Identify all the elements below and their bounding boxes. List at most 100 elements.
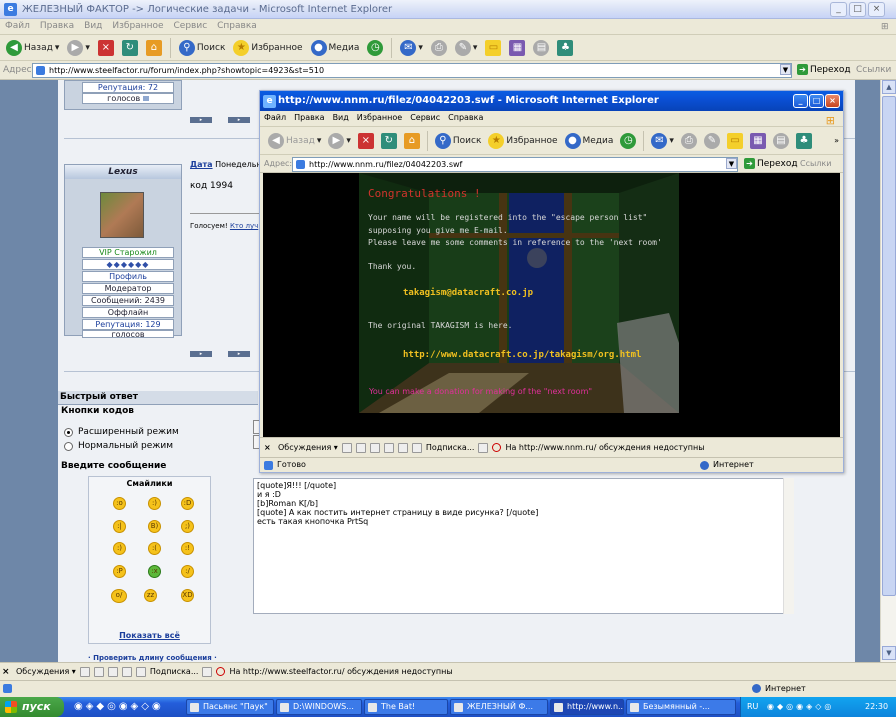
post-action-button[interactable]: ▸ bbox=[228, 351, 250, 357]
discussion-tool-icon[interactable] bbox=[355, 442, 366, 453]
popup-back-button[interactable]: ◀ Назад ▾ bbox=[266, 130, 323, 152]
popup-research-button[interactable]: ▤ bbox=[771, 130, 791, 152]
popup-forward-button[interactable]: ▶ ▾ bbox=[326, 130, 353, 152]
popup-address-input[interactable]: http://www.nnm.ru/filez/04042203.swf bbox=[292, 157, 738, 172]
discussion-tool-icon[interactable] bbox=[107, 666, 118, 677]
popup-menu-view[interactable]: Вид bbox=[329, 111, 353, 124]
menu-view[interactable]: Вид bbox=[79, 19, 107, 33]
scroll-up-icon[interactable]: ▲ bbox=[882, 80, 896, 94]
links-button[interactable]: Ссылки bbox=[856, 65, 891, 75]
favorites-button[interactable]: ★ Избранное bbox=[231, 37, 304, 59]
maximize-button[interactable]: □ bbox=[849, 2, 866, 17]
task-the-bat[interactable]: The Bat! bbox=[364, 699, 448, 715]
smile-icon[interactable]: :! bbox=[181, 542, 194, 555]
discussion-tool-icon[interactable] bbox=[383, 442, 394, 453]
go-button[interactable]: ➔ Переход bbox=[797, 64, 851, 75]
smile-icon[interactable]: :D bbox=[181, 497, 194, 510]
popup-toolbar-chevron-icon[interactable]: » bbox=[834, 136, 839, 145]
scrollbar-thumb[interactable] bbox=[882, 96, 896, 596]
popup-maximize-button[interactable]: □ bbox=[809, 94, 824, 108]
task-steelfactor[interactable]: ЖЕЛЕЗНЫЙ Ф... bbox=[450, 699, 548, 715]
textarea-scrollbar[interactable] bbox=[783, 478, 794, 614]
menu-favorites[interactable]: Избранное bbox=[107, 19, 168, 33]
post-action-button[interactable]: ▸ bbox=[190, 351, 212, 357]
discussion-tool-icon[interactable] bbox=[411, 442, 422, 453]
popup-home-button[interactable]: ⌂ bbox=[402, 130, 422, 152]
post-date-label[interactable]: Дата bbox=[190, 160, 213, 169]
menu-file[interactable]: Файл bbox=[0, 19, 35, 33]
address-input[interactable]: http://www.steelfactor.ru/forum/index.ph… bbox=[32, 63, 792, 78]
address-dropdown-icon[interactable]: ▼ bbox=[780, 64, 791, 75]
task-paint[interactable]: Безымянный -... bbox=[626, 699, 736, 715]
smile-icon[interactable]: :/ bbox=[181, 565, 194, 578]
menu-tools[interactable]: Сервис bbox=[169, 19, 213, 33]
check-length-link[interactable]: · Проверить длину сообщения · bbox=[88, 654, 218, 662]
post-action-button[interactable]: ▸ bbox=[190, 117, 212, 123]
message-textarea[interactable]: [quote]Я!!! [/quote] и я :D [b]Roman K[/… bbox=[253, 478, 794, 614]
popup-favorites-button[interactable]: ★ Избранное bbox=[486, 130, 559, 152]
close-discussion-icon[interactable]: × bbox=[2, 667, 12, 677]
wave-smile-icon[interactable]: o/ bbox=[111, 589, 127, 603]
popup-stop-button[interactable]: × bbox=[356, 130, 376, 152]
smile-icon[interactable]: :( bbox=[148, 542, 161, 555]
start-button[interactable]: пуск bbox=[0, 697, 64, 717]
popup-menu-tools[interactable]: Сервис bbox=[406, 111, 444, 124]
smile-icon[interactable]: ;) bbox=[181, 520, 194, 533]
popup-minimize-button[interactable]: _ bbox=[793, 94, 808, 108]
flash-email-link[interactable]: takagism@datacraft.co.jp bbox=[403, 288, 533, 298]
menu-edit[interactable]: Правка bbox=[35, 19, 79, 33]
popup-discuss-button[interactable]: ▭ bbox=[725, 130, 745, 152]
laugh-smile-icon[interactable]: XD bbox=[181, 589, 194, 602]
task-spider-solitaire[interactable]: Пасьянс "Паук" bbox=[186, 699, 274, 715]
discussions-dropdown[interactable]: Обсуждения ▾ bbox=[16, 667, 76, 676]
popup-menu-favorites[interactable]: Избранное bbox=[353, 111, 406, 124]
scroll-down-icon[interactable]: ▼ bbox=[882, 646, 896, 660]
minimize-button[interactable]: _ bbox=[830, 2, 847, 17]
tray-icons[interactable]: ◉◆◎◉◈◇◎ bbox=[767, 697, 834, 717]
popup-history-button[interactable]: ◷ bbox=[618, 130, 638, 152]
popup-refresh-button[interactable]: ↻ bbox=[379, 130, 399, 152]
popup-media-button[interactable]: ● Медиа bbox=[563, 130, 616, 152]
extended-mode-radio[interactable] bbox=[64, 428, 73, 437]
stop-button[interactable]: × bbox=[96, 37, 116, 59]
research-button[interactable]: ▤ bbox=[531, 37, 551, 59]
profile-username[interactable]: Lexus bbox=[65, 165, 181, 179]
profile-link[interactable]: Профиль bbox=[82, 271, 174, 282]
popup-links-button[interactable]: Ссылки bbox=[800, 159, 831, 168]
home-button[interactable]: ⌂ bbox=[144, 37, 164, 59]
show-all-smilies-link[interactable]: Показать всё bbox=[89, 631, 210, 640]
print-button[interactable]: ⎙ bbox=[429, 37, 449, 59]
task-nnm-popup[interactable]: http://www.n... bbox=[550, 699, 624, 715]
normal-mode-radio[interactable] bbox=[64, 442, 73, 451]
popup-mail-button[interactable]: ✉ ▾ bbox=[649, 130, 676, 152]
popup-messenger-button[interactable]: ▦ bbox=[748, 130, 768, 152]
smile-icon[interactable]: :P bbox=[113, 565, 126, 578]
subscribe-button[interactable]: Подписка... bbox=[150, 667, 199, 676]
edit-button[interactable]: ✎ ▾ bbox=[453, 37, 480, 59]
smile-icon[interactable]: B) bbox=[148, 520, 161, 533]
quick-launch-icons[interactable]: ◉◈◆◎◉◈◇◉ bbox=[74, 701, 164, 712]
flash-donation-link[interactable]: You can make a donation for making of th… bbox=[369, 387, 592, 396]
popup-print-button[interactable]: ⎙ bbox=[679, 130, 699, 152]
back-button[interactable]: ◀ Назад ▾ bbox=[4, 37, 61, 59]
mail-button[interactable]: ✉ ▾ bbox=[398, 37, 425, 59]
popup-close-button[interactable]: × bbox=[825, 94, 840, 108]
popup-search-button[interactable]: ⚲ Поиск bbox=[433, 130, 484, 152]
discussion-tool-icon[interactable] bbox=[93, 666, 104, 677]
messenger-button[interactable]: ▦ bbox=[507, 37, 527, 59]
popup-close-discussion-icon[interactable]: × bbox=[264, 443, 274, 452]
menu-help[interactable]: Справка bbox=[212, 19, 262, 33]
sleep-smile-icon[interactable]: zz bbox=[144, 589, 157, 602]
discuss-button[interactable]: ▭ bbox=[483, 37, 503, 59]
popup-menu-help[interactable]: Справка bbox=[444, 111, 487, 124]
close-button[interactable]: × bbox=[868, 2, 885, 17]
discussion-tool-icon[interactable] bbox=[397, 442, 408, 453]
popup-address-dropdown-icon[interactable]: ▼ bbox=[726, 158, 737, 169]
refresh-button[interactable]: ↻ bbox=[120, 37, 140, 59]
smile-icon[interactable]: :) bbox=[113, 542, 126, 555]
forward-button[interactable]: ▶ ▾ bbox=[65, 37, 92, 59]
flash-url-link[interactable]: http://www.datacraft.co.jp/takagism/org.… bbox=[403, 350, 641, 360]
flash-content[interactable]: Congratulations ! Your name will be regi… bbox=[263, 173, 840, 437]
post-action-button[interactable]: ▸ bbox=[228, 117, 250, 123]
discussion-tool-icon[interactable] bbox=[135, 666, 146, 677]
